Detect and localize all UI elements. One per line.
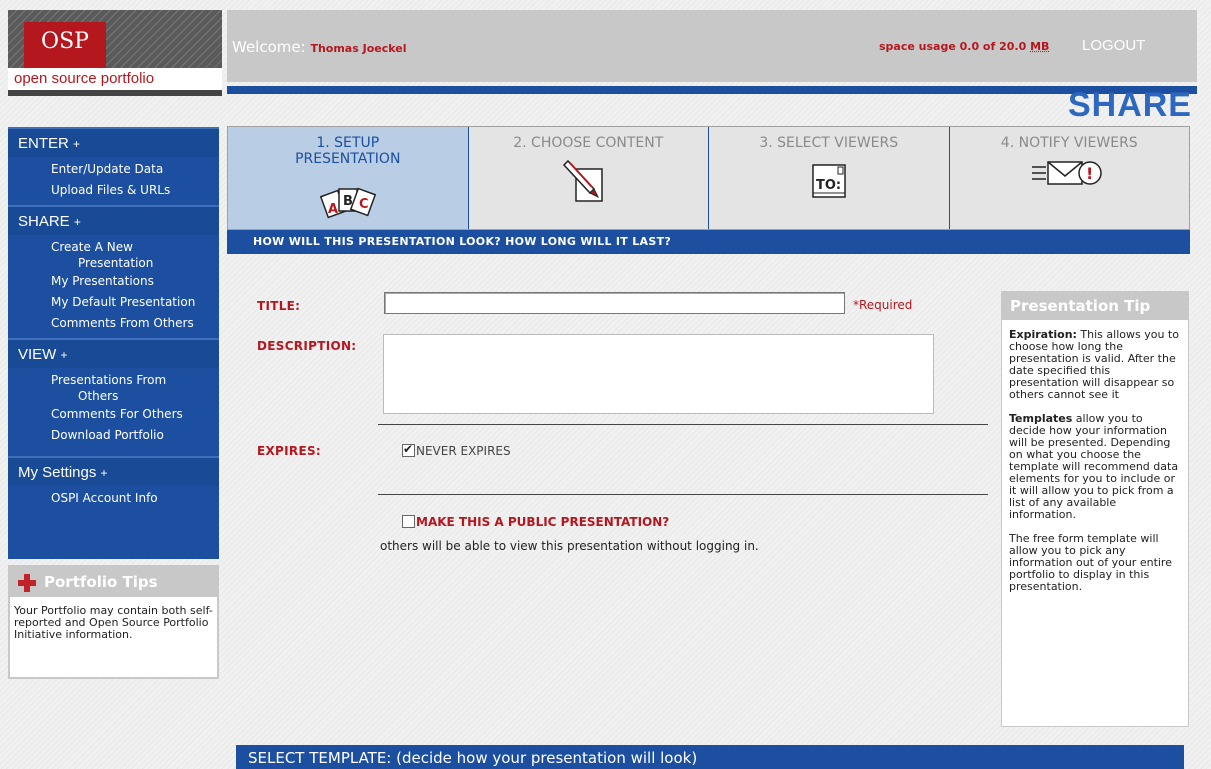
presentation-tip-header: Presentation Tip — [1002, 292, 1188, 320]
sidebar-item-my-presentations[interactable]: My Presentations — [8, 271, 219, 292]
portfolio-tips-panel: Portfolio Tips Your Portfolio may contai… — [8, 565, 219, 679]
step-select-viewers[interactable]: 3. SELECT VIEWERS TO: — [709, 127, 950, 229]
sidebar-item-label: Presentations From — [51, 373, 167, 387]
plus-icon: + — [60, 348, 68, 362]
to-label: TO: — [816, 178, 841, 193]
sidebar-item-account-info[interactable]: OSPI Account Info — [8, 488, 219, 509]
logo-mark: OSP — [24, 22, 106, 68]
select-template-bar: SELECT TEMPLATE: (decide how your presen… — [236, 745, 1184, 769]
logout-link[interactable]: LOGOUT — [1082, 37, 1145, 54]
sidebar-item-label: Create A New — [51, 240, 133, 254]
alert-mark: ! — [1086, 164, 1093, 183]
description-textarea[interactable] — [383, 334, 934, 414]
step-choose-content[interactable]: 2. CHOOSE CONTENT — [468, 127, 709, 229]
logo-stripe — [8, 90, 222, 96]
sidebar-item-enter-update-data[interactable]: Enter/Update Data — [8, 159, 219, 180]
sidebar-section-label: ENTER — [18, 135, 69, 152]
sidebar-item-download-portfolio[interactable]: Download Portfolio — [8, 425, 219, 446]
sidebar-item-label: Others — [78, 389, 119, 403]
sidebar-section-share[interactable]: SHARE + — [8, 205, 219, 235]
wizard-steps: 1. SETUP PRESENTATION A B C 2. CHOOSE CO… — [227, 126, 1190, 230]
portfolio-tips-title: Portfolio Tips — [44, 573, 158, 591]
user-name: Thomas Joeckel — [310, 42, 407, 55]
tip-expiration: Expiration: This allows you to choose ho… — [1009, 329, 1181, 401]
envelope-alert-icon: ! — [1032, 161, 1102, 185]
never-expires-checkbox[interactable] — [402, 442, 415, 457]
welcome-text: Welcome: Thomas Joeckel — [232, 38, 407, 56]
step-description-bar: HOW WILL THIS PRESENTATION LOOK? HOW LON… — [227, 230, 1190, 254]
logo-banner: OSP — [8, 10, 222, 68]
top-header: Welcome: Thomas Joeckel space usage 0.0 … — [227, 10, 1197, 82]
expires-label: EXPIRES: — [257, 444, 321, 458]
plus-icon: + — [73, 215, 81, 229]
sidebar-section-label: SHARE — [18, 213, 70, 230]
sidebar-section-view[interactable]: VIEW + — [8, 338, 219, 368]
sidebar-section-enter[interactable]: ENTER + — [8, 127, 219, 157]
title-label: TITLE: — [257, 299, 301, 313]
space-usage-text: space usage 0.0 of 20.0 — [879, 40, 1031, 53]
pencil-paper-icon — [563, 159, 603, 202]
plus-icon: + — [73, 137, 81, 151]
abc-letter-b: B — [343, 194, 353, 209]
step-title: 2. CHOOSE CONTENT — [513, 135, 664, 151]
step-title: 1. SETUP — [316, 135, 380, 151]
abc-cards-icon: A B C — [319, 187, 376, 219]
red-cross-icon — [18, 574, 36, 592]
description-label: DESCRIPTION: — [257, 339, 357, 353]
sidebar-item-comments-from-others[interactable]: Comments From Others — [8, 313, 219, 334]
sidebar-section-label: My Settings — [18, 464, 97, 481]
plus-icon: + — [100, 466, 108, 480]
title-input[interactable] — [384, 292, 845, 314]
public-presentation-checkbox[interactable] — [402, 515, 415, 528]
sidebar-item-label: Presentation — [78, 256, 154, 270]
sidebar-item-upload-files[interactable]: Upload Files & URLs — [8, 180, 219, 201]
public-presentation-note: others will be able to view this present… — [380, 539, 759, 553]
never-expires-label[interactable]: NEVER EXPIRES — [416, 444, 511, 458]
tip-templates: Templates allow you to decide how your i… — [1009, 413, 1181, 521]
abc-letter-c: C — [359, 197, 369, 212]
to-address-icon: TO: — [812, 164, 846, 198]
step-title: 3. SELECT VIEWERS — [759, 135, 899, 151]
abc-letter-a: A — [328, 202, 338, 217]
sidebar-nav: ENTER + Enter/Update Data Upload Files &… — [8, 127, 219, 559]
space-usage: space usage 0.0 of 20.0 MB — [879, 40, 1049, 53]
sidebar-section-label: VIEW — [18, 346, 57, 363]
sidebar-item-create-presentation[interactable]: Create A New Presentation — [8, 237, 219, 271]
step-setup-presentation[interactable]: 1. SETUP PRESENTATION A B C — [228, 127, 469, 229]
step-title-line2: PRESENTATION — [295, 151, 401, 167]
logo-subtitle: open source portfolio — [8, 68, 222, 90]
required-note: *Required — [853, 298, 913, 312]
sidebar-item-default-presentation[interactable]: My Default Presentation — [8, 292, 219, 313]
presentation-tip-body: Expiration: This allows you to choose ho… — [1002, 320, 1188, 614]
portfolio-tips-header: Portfolio Tips — [10, 567, 217, 597]
space-usage-unit: MB — [1030, 40, 1050, 53]
sidebar-item-comments-for-others[interactable]: Comments For Others — [8, 404, 219, 425]
page-title: SHARE — [1067, 86, 1192, 124]
tip-freeform: The free form template will allow you to… — [1009, 532, 1172, 593]
presentation-tip-panel: Presentation Tip Expiration: This allows… — [1001, 291, 1189, 727]
divider — [378, 494, 988, 495]
sidebar-item-presentations-from-others[interactable]: Presentations From Others — [8, 370, 219, 404]
portfolio-tips-text: Your Portfolio may contain both self-rep… — [14, 604, 213, 641]
sidebar-section-settings[interactable]: My Settings + — [8, 456, 219, 486]
divider — [378, 424, 988, 425]
welcome-label: Welcome: — [232, 38, 306, 56]
osp-logo[interactable]: OSP open source portfolio — [8, 10, 222, 96]
step-notify-viewers[interactable]: 4. NOTIFY VIEWERS ! — [949, 127, 1189, 229]
step-title: 4. NOTIFY VIEWERS — [1000, 135, 1138, 151]
public-presentation-label[interactable]: MAKE THIS A PUBLIC PRESENTATION? — [416, 515, 669, 529]
tip-text: allow you to decide how your information… — [1009, 412, 1179, 521]
